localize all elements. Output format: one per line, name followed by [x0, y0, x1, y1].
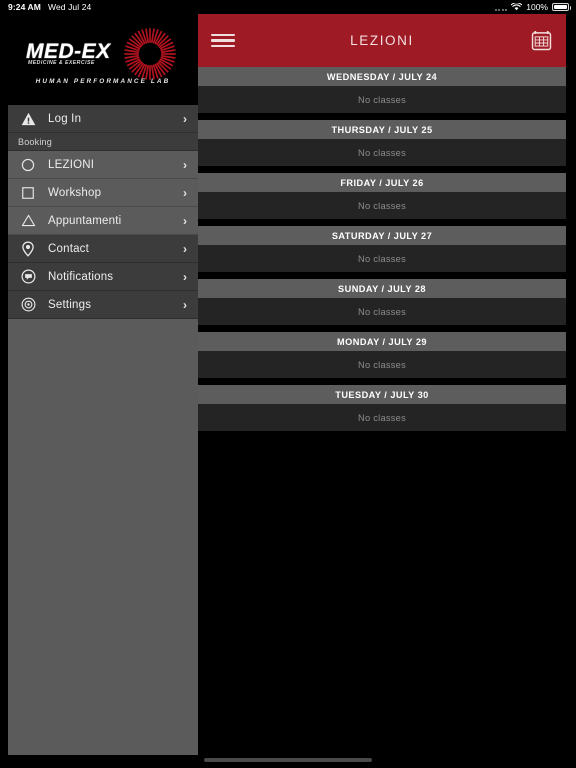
- schedule-day-empty-state: No classes: [198, 139, 566, 166]
- signal-dots-icon: [494, 4, 508, 11]
- hamburger-menu-icon[interactable]: [211, 32, 235, 50]
- chevron-right-icon: ›: [183, 297, 187, 312]
- schedule-day-header[interactable]: THURSDAY / JULY 25: [198, 120, 566, 139]
- sidebar-item-lezioni[interactable]: LEZIONI ›: [8, 151, 198, 179]
- app-root: 9:24 AM Wed Jul 24 100% MED-EX MEDICINE …: [0, 0, 576, 768]
- top-app-bar: LEZIONI: [198, 14, 566, 67]
- chevron-right-icon: ›: [183, 241, 187, 256]
- target-icon: [8, 297, 48, 312]
- sidebar-item-workshop[interactable]: Workshop ›: [8, 179, 198, 207]
- sidebar-menu: LEZIONI › Workshop › Appuntamenti › Contact › No…: [8, 151, 198, 319]
- burst-logo-icon: [124, 28, 176, 80]
- sidebar-item-label: Appuntamenti: [48, 214, 122, 227]
- sidebar: MED-EX MEDICINE & EXERCISE HUMAN PERFORM…: [8, 14, 198, 755]
- schedule-list: WEDNESDAY / JULY 24 No classes THURSDAY / …: [198, 67, 566, 431]
- schedule-day-header[interactable]: SATURDAY / JULY 27: [198, 226, 566, 245]
- schedule-day-empty-state: No classes: [198, 351, 566, 378]
- schedule-day-header[interactable]: MONDAY / JULY 29: [198, 332, 566, 351]
- sidebar-item-appuntamenti[interactable]: Appuntamenti ›: [8, 207, 198, 235]
- sidebar-item-login[interactable]: Log In ›: [8, 105, 198, 133]
- sidebar-item-settings[interactable]: Settings ›: [8, 291, 198, 319]
- wifi-icon: [511, 3, 523, 11]
- map-pin-icon: [8, 240, 48, 257]
- chevron-right-icon: ›: [183, 157, 187, 172]
- schedule-day-group: MONDAY / JULY 29 No classes: [198, 332, 566, 378]
- sidebar-item-label: Settings: [48, 298, 92, 311]
- schedule-day-header[interactable]: TUESDAY / JULY 30: [198, 385, 566, 404]
- sidebar-item-label: Contact: [48, 242, 90, 255]
- brand-logo: MED-EX MEDICINE & EXERCISE HUMAN PERFORM…: [8, 14, 198, 105]
- brand-subtitle: HUMAN PERFORMANCE LAB: [35, 78, 171, 85]
- schedule-day-header[interactable]: WEDNESDAY / JULY 24: [198, 67, 566, 86]
- battery-full-icon: [552, 3, 571, 11]
- schedule-day-empty-state: No classes: [198, 245, 566, 272]
- schedule-day-header[interactable]: FRIDAY / JULY 26: [198, 173, 566, 192]
- status-time: 9:24 AM: [8, 2, 41, 12]
- schedule-day-group: WEDNESDAY / JULY 24 No classes: [198, 67, 566, 113]
- status-date: Wed Jul 24: [47, 2, 92, 12]
- calendar-icon[interactable]: [530, 30, 552, 52]
- sidebar-item-notifications[interactable]: Notifications ›: [8, 263, 198, 291]
- page-title: LEZIONI: [350, 33, 414, 48]
- sidebar-item-label: LEZIONI: [48, 158, 95, 171]
- warning-triangle-icon: [8, 112, 48, 126]
- square-icon: [8, 186, 48, 200]
- chevron-right-icon: ›: [183, 213, 187, 228]
- speech-bubble-icon: [8, 269, 48, 284]
- schedule-day-group: FRIDAY / JULY 26 No classes: [198, 173, 566, 219]
- sidebar-item-label: Notifications: [48, 270, 114, 283]
- schedule-day-empty-state: No classes: [198, 192, 566, 219]
- status-bar-left: 9:24 AM Wed Jul 24: [8, 2, 91, 12]
- circle-icon: [8, 158, 48, 172]
- schedule-day-header[interactable]: SUNDAY / JULY 28: [198, 279, 566, 298]
- chevron-right-icon: ›: [183, 111, 187, 126]
- battery-percent: 100%: [526, 2, 548, 12]
- home-indicator: [204, 758, 372, 762]
- main-content: LEZIONI WEDNESDAY / JULY 24 No classes THU…: [198, 14, 566, 768]
- chevron-right-icon: ›: [183, 269, 187, 284]
- status-bar: 9:24 AM Wed Jul 24 100%: [0, 0, 576, 14]
- sidebar-item-label: Workshop: [48, 186, 102, 199]
- brand-tagline: MEDICINE & EXERCISE: [28, 60, 95, 66]
- triangle-icon: [8, 214, 48, 227]
- schedule-day-group: SUNDAY / JULY 28 No classes: [198, 279, 566, 325]
- schedule-day-empty-state: No classes: [198, 404, 566, 431]
- schedule-day-empty-state: No classes: [198, 86, 566, 113]
- schedule-day-group: SATURDAY / JULY 27 No classes: [198, 226, 566, 272]
- schedule-day-group: THURSDAY / JULY 25 No classes: [198, 120, 566, 166]
- status-bar-right: 100%: [494, 2, 571, 12]
- sidebar-section-booking: Booking: [8, 133, 198, 151]
- schedule-day-empty-state: No classes: [198, 298, 566, 325]
- schedule-day-group: TUESDAY / JULY 30 No classes: [198, 385, 566, 431]
- sidebar-item-login-label: Log In: [48, 112, 82, 125]
- chevron-right-icon: ›: [183, 185, 187, 200]
- sidebar-item-contact[interactable]: Contact ›: [8, 235, 198, 263]
